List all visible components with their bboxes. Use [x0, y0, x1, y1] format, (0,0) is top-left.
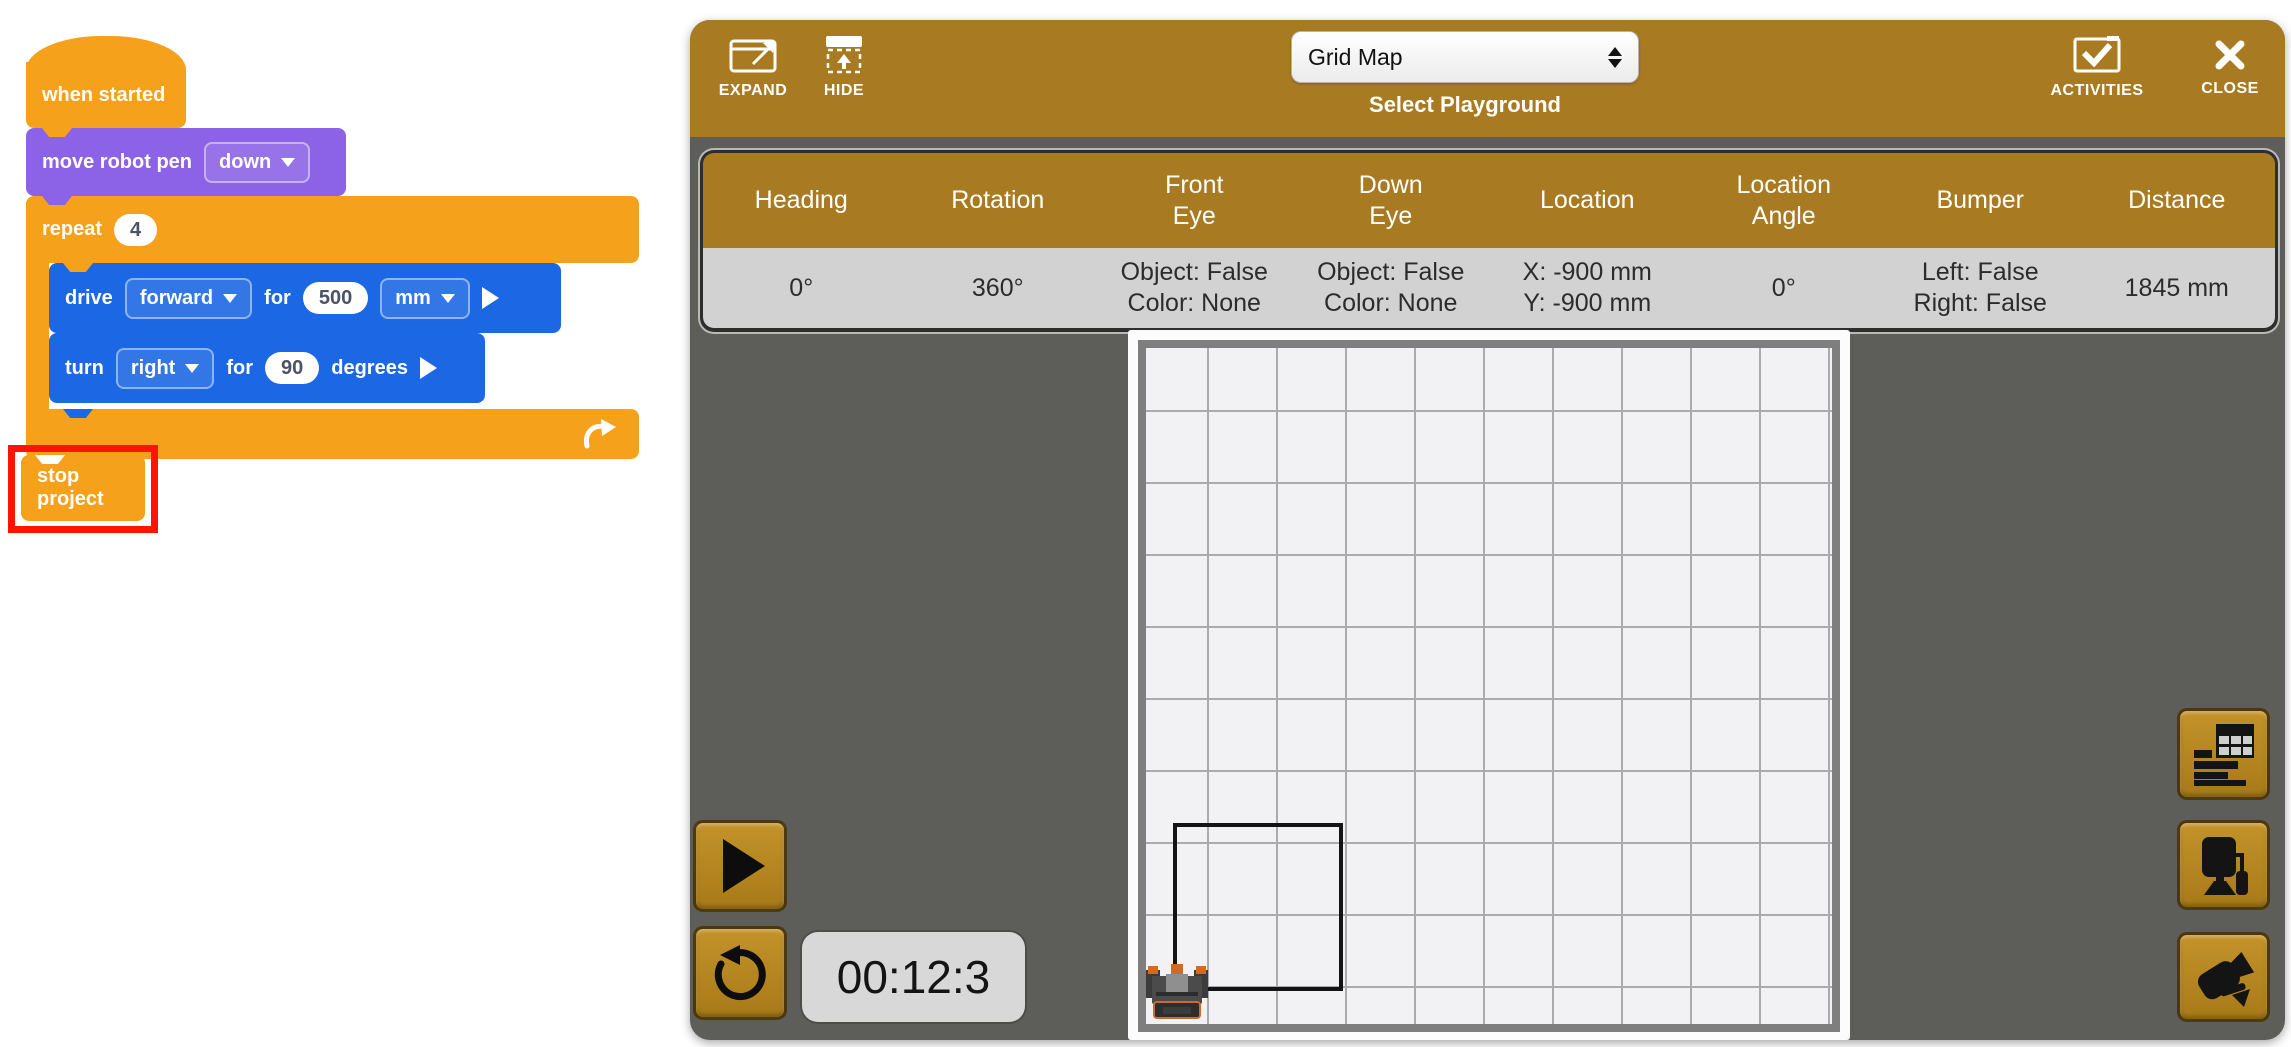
- grid-map-field: [1146, 348, 1832, 1024]
- drive-direction-dropdown[interactable]: forward: [125, 278, 252, 319]
- sensor-dashboard: Heading Rotation FrontEye DownEye Locati…: [700, 150, 2278, 332]
- move-robot-pen-block[interactable]: move robot pen down: [26, 128, 346, 196]
- close-label: CLOSE: [2201, 80, 2259, 98]
- col-bumper: Bumper: [1882, 153, 2079, 248]
- stack-notch: [63, 333, 93, 342]
- stack-notch: [42, 128, 72, 137]
- drive-distance-input[interactable]: 500: [303, 282, 368, 314]
- stop-project-block[interactable]: stop project: [21, 455, 145, 521]
- chevron-down-icon: [185, 364, 199, 373]
- robot: [1146, 962, 1208, 1020]
- value-distance: 1845 mm: [2079, 248, 2276, 328]
- repeat-block[interactable]: repeat 4: [26, 196, 639, 263]
- play-triangle-icon: [723, 839, 765, 893]
- value-location: X: -900 mmY: -900 mm: [1489, 248, 1686, 328]
- expand-label: EXPAND: [719, 82, 788, 100]
- chevron-down-icon: [281, 158, 295, 167]
- turn-direction-dropdown[interactable]: right: [116, 348, 214, 389]
- value-bumper: Left: FalseRight: False: [1882, 248, 2079, 328]
- expand-window-icon: [729, 36, 777, 74]
- col-down-eye: DownEye: [1293, 153, 1490, 248]
- close-button[interactable]: CLOSE: [2194, 38, 2266, 98]
- col-distance: Distance: [2079, 153, 2276, 248]
- repeat-label: repeat: [42, 218, 102, 241]
- drive-for-label: for: [264, 287, 291, 310]
- run-block-icon[interactable]: [420, 357, 437, 379]
- col-heading: Heading: [703, 153, 900, 248]
- playground-header: EXPAND HIDE Grid Map Select Playground: [690, 20, 2285, 137]
- turn-for-label: for: [226, 357, 253, 380]
- stack-notch: [63, 263, 93, 272]
- drive-block[interactable]: drive forward for 500 mm: [49, 263, 561, 333]
- turn-unit-label: degrees: [331, 357, 408, 380]
- playground-select-value: Grid Map: [1308, 44, 1403, 71]
- camera-on-stand-icon: [2192, 833, 2256, 897]
- turn-angle-input[interactable]: 90: [265, 352, 319, 384]
- camera-follow-button[interactable]: [2177, 820, 2270, 910]
- value-heading: 0°: [703, 248, 900, 328]
- stop-project-label: stop project: [37, 465, 129, 511]
- expand-button[interactable]: EXPAND: [707, 36, 799, 100]
- select-playground-caption: Select Playground: [1291, 92, 1639, 118]
- tilted-camera-icon: [2192, 945, 2256, 1009]
- drive-unit-value: mm: [395, 287, 431, 310]
- playground-panel: EXPAND HIDE Grid Map Select Playground: [690, 20, 2285, 1040]
- repeat-count-input[interactable]: 4: [114, 214, 157, 246]
- activities-label: ACTIVITIES: [2050, 82, 2143, 100]
- chevron-down-icon: [223, 294, 237, 303]
- value-down-eye: Object: FalseColor: None: [1293, 248, 1490, 328]
- checklist-window-icon: [2073, 36, 2121, 74]
- turn-block[interactable]: turn right for 90 degrees: [49, 333, 485, 403]
- play-button[interactable]: [693, 820, 787, 912]
- camera-free-button[interactable]: [2177, 932, 2270, 1022]
- stack-notch: [35, 455, 65, 464]
- reset-circular-arrow-icon: [710, 943, 770, 1003]
- up-down-arrows-icon: [1608, 47, 1622, 68]
- data-table-icon: [2192, 722, 2256, 786]
- dashboard-toggle-button[interactable]: [2177, 708, 2270, 800]
- col-front-eye: FrontEye: [1096, 153, 1293, 248]
- dashboard-header-row: Heading Rotation FrontEye DownEye Locati…: [703, 153, 2275, 248]
- hide-panel-icon: [822, 36, 866, 74]
- col-location: Location: [1489, 153, 1686, 248]
- col-rotation: Rotation: [900, 153, 1097, 248]
- turn-direction-value: right: [131, 357, 175, 380]
- pen-position-value: down: [219, 151, 271, 174]
- drive-direction-value: forward: [140, 287, 213, 310]
- chevron-down-icon: [441, 294, 455, 303]
- drive-unit-dropdown[interactable]: mm: [380, 278, 470, 319]
- value-location-angle: 0°: [1686, 248, 1883, 328]
- run-block-icon[interactable]: [482, 287, 499, 309]
- dashboard-value-row: 0° 360° Object: FalseColor: None Object:…: [703, 248, 2275, 328]
- stack-notch: [42, 196, 72, 205]
- drive-label: drive: [65, 287, 113, 310]
- activities-button[interactable]: ACTIVITIES: [2037, 36, 2157, 100]
- grid-map-frame: [1138, 340, 1840, 1032]
- timer-display: 00:12:3: [802, 932, 1025, 1022]
- when-started-block[interactable]: when started: [26, 62, 186, 128]
- when-started-label: when started: [42, 84, 165, 107]
- turn-label: turn: [65, 357, 104, 380]
- hide-label: HIDE: [824, 82, 864, 100]
- vexcode-workspace: when started move robot pen down repeat …: [0, 0, 2291, 1047]
- value-rotation: 360°: [900, 248, 1097, 328]
- col-location-angle: LocationAngle: [1686, 153, 1883, 248]
- grid-map: [1128, 330, 1850, 1040]
- close-icon: [2213, 38, 2247, 72]
- pen-position-dropdown[interactable]: down: [204, 142, 310, 183]
- move-robot-pen-label: move robot pen: [42, 151, 192, 174]
- loop-arrow-icon: [581, 418, 617, 450]
- value-front-eye: Object: FalseColor: None: [1096, 248, 1293, 328]
- stack-notch: [63, 409, 93, 418]
- hide-button[interactable]: HIDE: [808, 36, 880, 100]
- reset-button[interactable]: [693, 926, 787, 1020]
- playground-select[interactable]: Grid Map: [1291, 31, 1639, 83]
- repeat-block-arm: [26, 262, 49, 409]
